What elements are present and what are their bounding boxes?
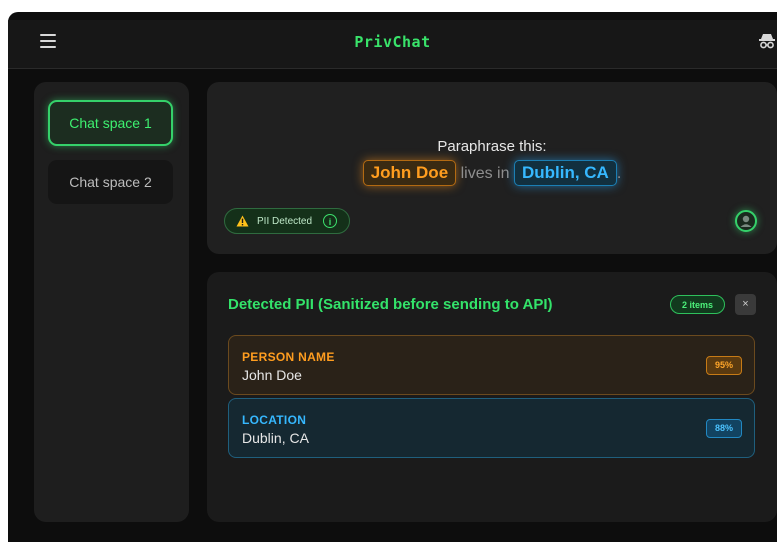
user-avatar-icon[interactable] [735, 210, 757, 232]
info-icon[interactable]: i [323, 214, 337, 228]
sidebar: Chat space 1 Chat space 2 [34, 82, 189, 522]
pii-item-type: PERSON NAME [242, 350, 335, 364]
message-mid-text: lives in [456, 165, 514, 182]
top-bar: PrivChat [8, 20, 777, 69]
pii-count-badge: 2 items [670, 295, 725, 314]
app-title: PrivChat [354, 33, 431, 51]
sidebar-item-chat-space-2[interactable]: Chat space 2 [48, 160, 173, 204]
warning-icon [236, 215, 249, 230]
pii-item-type: LOCATION [242, 413, 307, 427]
message-prompt: Paraphrase this: [437, 138, 547, 155]
pii-detected-badge[interactable]: PII Detected i [224, 208, 350, 234]
confidence-badge: 95% [706, 356, 742, 375]
confidence-badge: 88% [706, 419, 742, 438]
pii-badge-label: PII Detected [257, 216, 313, 227]
person-token: John Doe [362, 160, 457, 186]
sidebar-item-chat-space-1[interactable]: Chat space 1 [48, 100, 173, 146]
location-token: Dublin, CA [513, 160, 617, 186]
message-text: John Doe lives in Dublin, CA. [207, 160, 777, 187]
pii-item-location: LOCATION Dublin, CA 88% [228, 398, 755, 458]
close-button[interactable]: × [735, 294, 756, 315]
message-card: Paraphrase this: John Doe lives in Dubli… [207, 82, 777, 254]
message-end-text: . [616, 165, 622, 182]
pii-item-value: Dublin, CA [242, 430, 309, 446]
pii-item-person: PERSON NAME John Doe 95% [228, 335, 755, 395]
app-window: PrivChat Chat space 1 Chat space 2 Parap… [8, 12, 777, 542]
pii-item-value: John Doe [242, 367, 302, 383]
detected-pii-panel: Detected PII (Sanitized before sending t… [207, 272, 777, 522]
incognito-icon[interactable] [758, 32, 776, 50]
pii-panel-title: Detected PII (Sanitized before sending t… [228, 296, 553, 313]
